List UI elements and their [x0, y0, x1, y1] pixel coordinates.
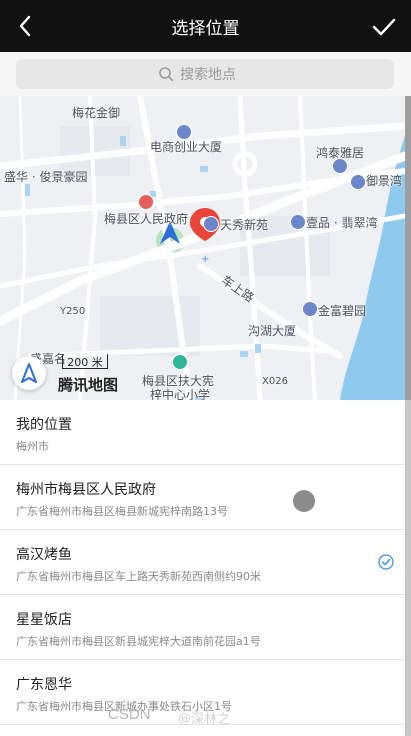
- map-edge: [405, 96, 411, 400]
- svg-text:+: +: [201, 254, 209, 265]
- place-name: 星星饭店: [16, 612, 72, 628]
- map-label: 沟湖大厦: [248, 324, 297, 338]
- place-name: 广东恩华: [16, 677, 72, 693]
- place-address: 梅州市: [16, 440, 49, 453]
- poi-marker: [350, 174, 366, 190]
- navigation-arrow-icon: [21, 363, 37, 383]
- page-title: 选择位置: [171, 19, 240, 39]
- place-address: 广东省梅州市梅县区车上路天秀新苑西南侧约90米: [16, 570, 261, 583]
- list-item[interactable]: 高汉烤鱼 广东省梅州市梅县区车上路天秀新苑西南侧约90米: [0, 530, 405, 595]
- list-item[interactable]: 星星饭店 广东省梅州市梅县区新县城宪梓大道南前花园a1号: [0, 595, 405, 660]
- place-list[interactable]: 我的位置 梅州市 梅州市梅县区人民政府 广东省梅州市梅县区梅县新城宪梓南路13号…: [0, 400, 405, 736]
- map-brand-logo: 腾讯地图: [58, 376, 119, 394]
- poi-marker: [203, 216, 219, 232]
- map-view[interactable]: + 梅花金御 电商创业大厦 鸿泰雅居 御景湾 盛华 · 俊景豪园 梅县区人民政府…: [0, 96, 405, 400]
- search-input[interactable]: [178, 63, 372, 87]
- place-address: 广东省梅州市梅县区梅县新城宪梓南路13号: [16, 505, 228, 518]
- place-name: 我的位置: [16, 417, 72, 433]
- map-label: 盛华 · 俊景豪园: [4, 170, 88, 184]
- list-item[interactable]: 梅州市梅县区人民政府 广东省梅州市梅县区梅县新城宪梓南路13号: [0, 465, 405, 530]
- poi-marker: [172, 354, 188, 370]
- checkmark-icon: [372, 18, 396, 36]
- map-label: 鸿泰雅居: [316, 146, 365, 160]
- map-label: 天秀新苑: [220, 218, 269, 232]
- map-label: Y250: [60, 306, 86, 317]
- place-name: 高汉烤鱼: [16, 547, 72, 563]
- map-label: X026: [262, 376, 288, 387]
- map-label: 梓中心小学: [150, 388, 211, 400]
- map-label: 壹品 · 翡翠湾: [306, 216, 378, 230]
- list-item[interactable]: 我的位置 梅州市: [0, 400, 405, 465]
- map-label: 梅县区人民政府: [104, 212, 189, 226]
- search-bar: [0, 52, 411, 96]
- top-bar: 选择位置: [0, 0, 411, 52]
- list-scrollbar[interactable]: [405, 400, 411, 736]
- search-box[interactable]: [16, 59, 394, 89]
- confirm-button[interactable]: [369, 12, 399, 42]
- poi-marker: [302, 301, 318, 317]
- map-label: 电商创业大厦: [150, 140, 223, 154]
- watermark-author: @深林之: [178, 712, 231, 727]
- touch-indicator: [293, 490, 315, 512]
- locate-button[interactable]: [12, 356, 46, 390]
- selected-check-icon: [378, 554, 394, 570]
- place-name: 梅州市梅县区人民政府: [16, 482, 156, 498]
- map-label: 梅花金御: [72, 106, 121, 120]
- map-label: 御景湾: [366, 174, 403, 188]
- poi-marker: [290, 214, 306, 230]
- watermark: CSDN: [108, 706, 151, 723]
- map-scale: 200 米: [62, 354, 108, 369]
- map-label: 金富碧园: [318, 304, 367, 318]
- search-icon: [159, 67, 174, 82]
- place-address: 广东省梅州市梅县区新县城宪梓大道南前花园a1号: [16, 635, 261, 648]
- poi-marker: [138, 194, 154, 210]
